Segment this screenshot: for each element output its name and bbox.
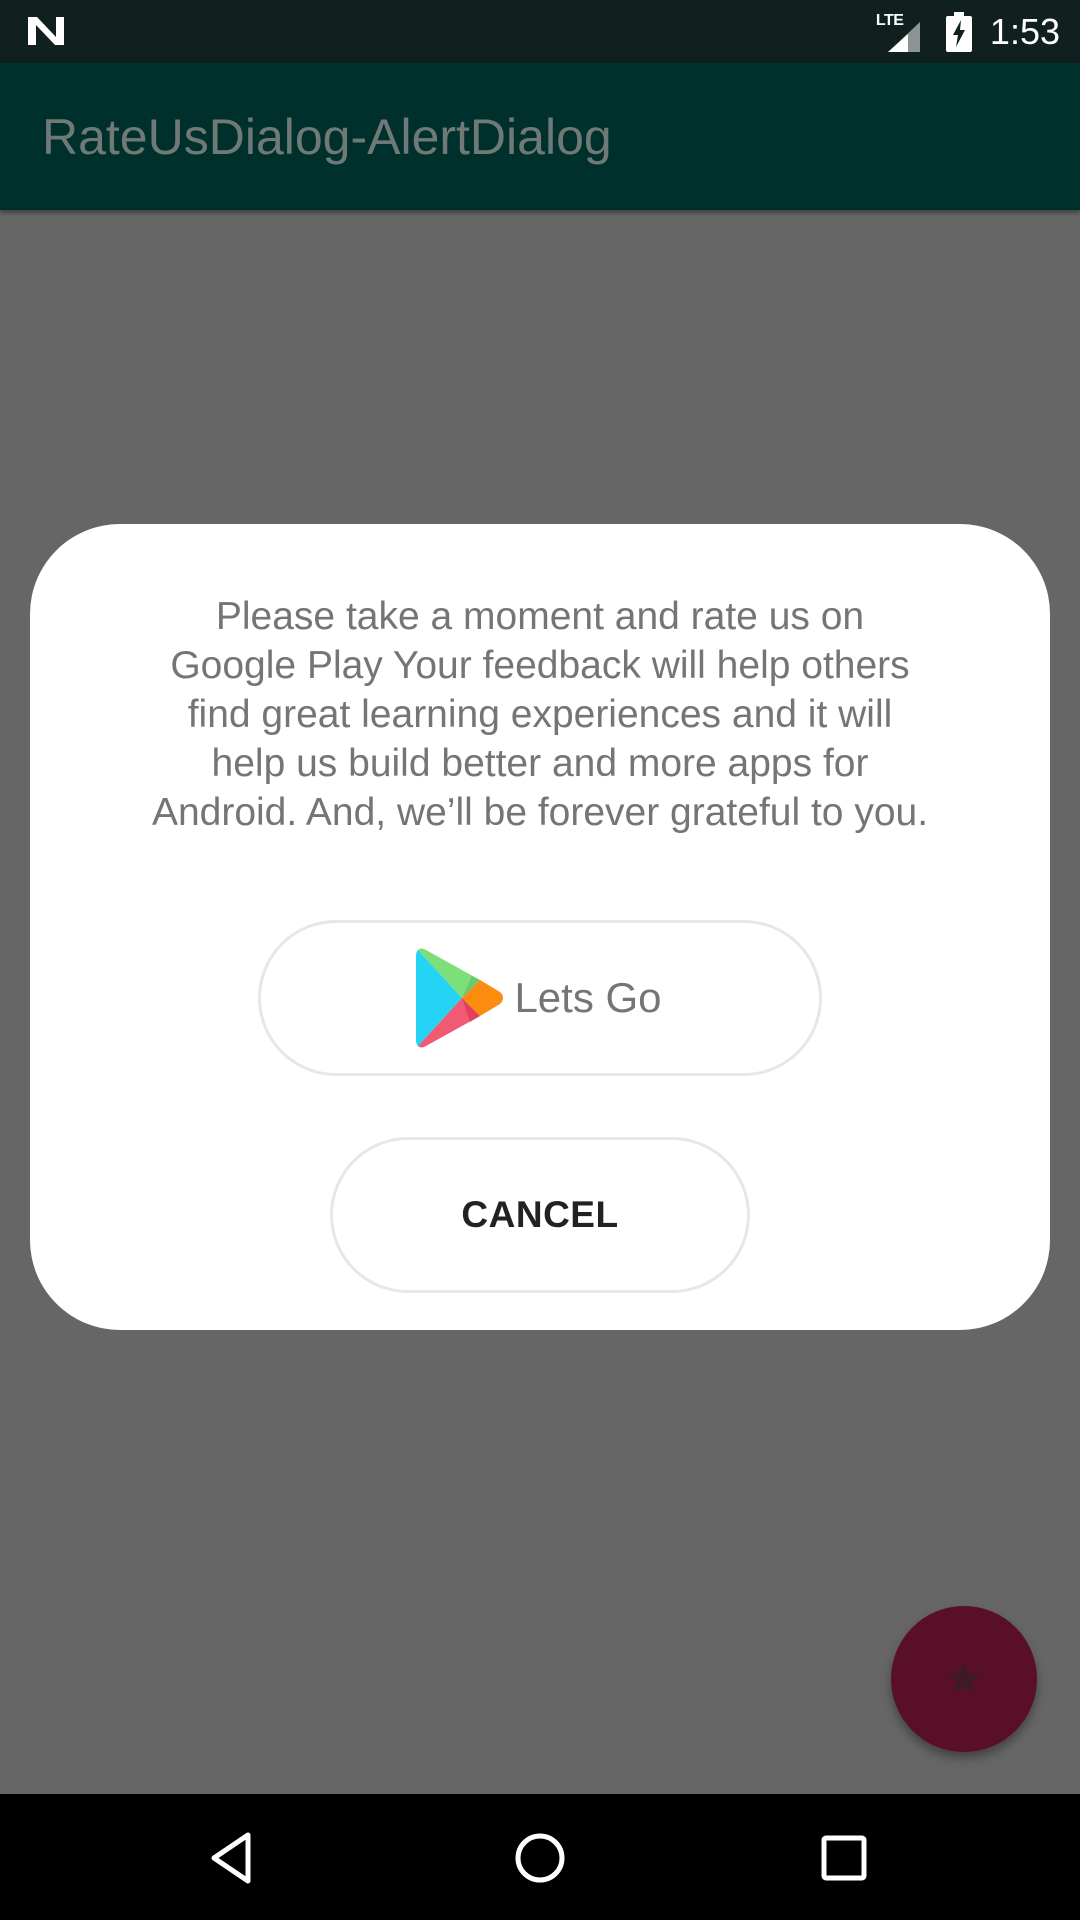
home-icon[interactable] — [510, 1828, 570, 1888]
lte-signal-icon: LTE — [876, 12, 922, 52]
lets-go-label: Lets Go — [514, 974, 662, 1021]
status-bar: LTE 1:53 — [0, 0, 1080, 63]
lets-go-button[interactable]: Lets Go — [258, 920, 822, 1076]
recents-icon[interactable] — [814, 1828, 874, 1888]
cancel-button[interactable]: CANCEL — [330, 1137, 750, 1293]
navigation-bar — [0, 1794, 1080, 1920]
rate-fab-button[interactable] — [891, 1606, 1037, 1752]
status-icons: LTE 1:53 — [876, 0, 1060, 63]
dialog-message: Please take a moment and rate us on Goog… — [151, 595, 929, 834]
n-logo-icon — [28, 17, 64, 45]
star-icon — [946, 1661, 982, 1695]
rate-us-dialog: Please take a moment and rate us on Goog… — [30, 524, 1050, 1330]
app-bar: RateUsDialog-AlertDialog — [0, 63, 1080, 210]
back-icon[interactable] — [206, 1828, 266, 1888]
battery-charging-icon — [945, 11, 972, 52]
cancel-label: CANCEL — [461, 1194, 619, 1235]
google-play-icon — [416, 948, 504, 1048]
app-title: RateUsDialog-AlertDialog — [42, 109, 612, 165]
status-clock: 1:53 — [989, 10, 1060, 52]
